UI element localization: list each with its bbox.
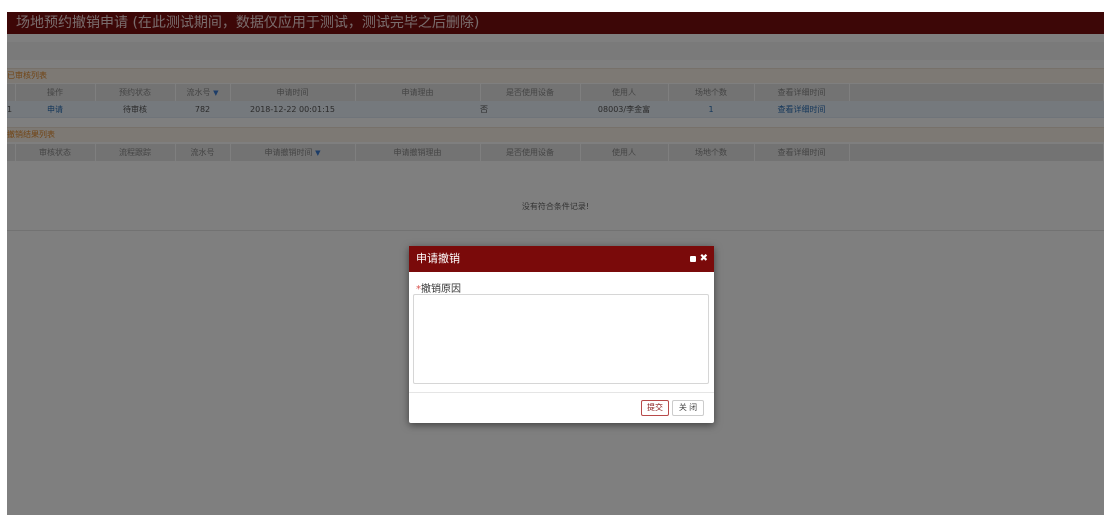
- page-frame: 场地预约撤销申请 (在此测试期间，数据仅应用于测试，测试完毕之后删除) 已审核列…: [7, 12, 1104, 515]
- close-button[interactable]: 关 闭: [672, 400, 704, 416]
- reason-label: *撤销原因: [416, 280, 461, 295]
- reason-textarea[interactable]: [413, 294, 709, 384]
- close-icon[interactable]: ✖: [700, 254, 708, 264]
- dialog-title: 申请撤销: [416, 252, 460, 265]
- cancel-request-dialog: 申请撤销 ✖ *撤销原因 提交 关 闭: [409, 246, 714, 423]
- maximize-icon[interactable]: [689, 256, 696, 262]
- dialog-footer-divider: [409, 392, 714, 393]
- submit-button[interactable]: 提交: [641, 400, 669, 416]
- dialog-header: 申请撤销 ✖: [409, 246, 714, 272]
